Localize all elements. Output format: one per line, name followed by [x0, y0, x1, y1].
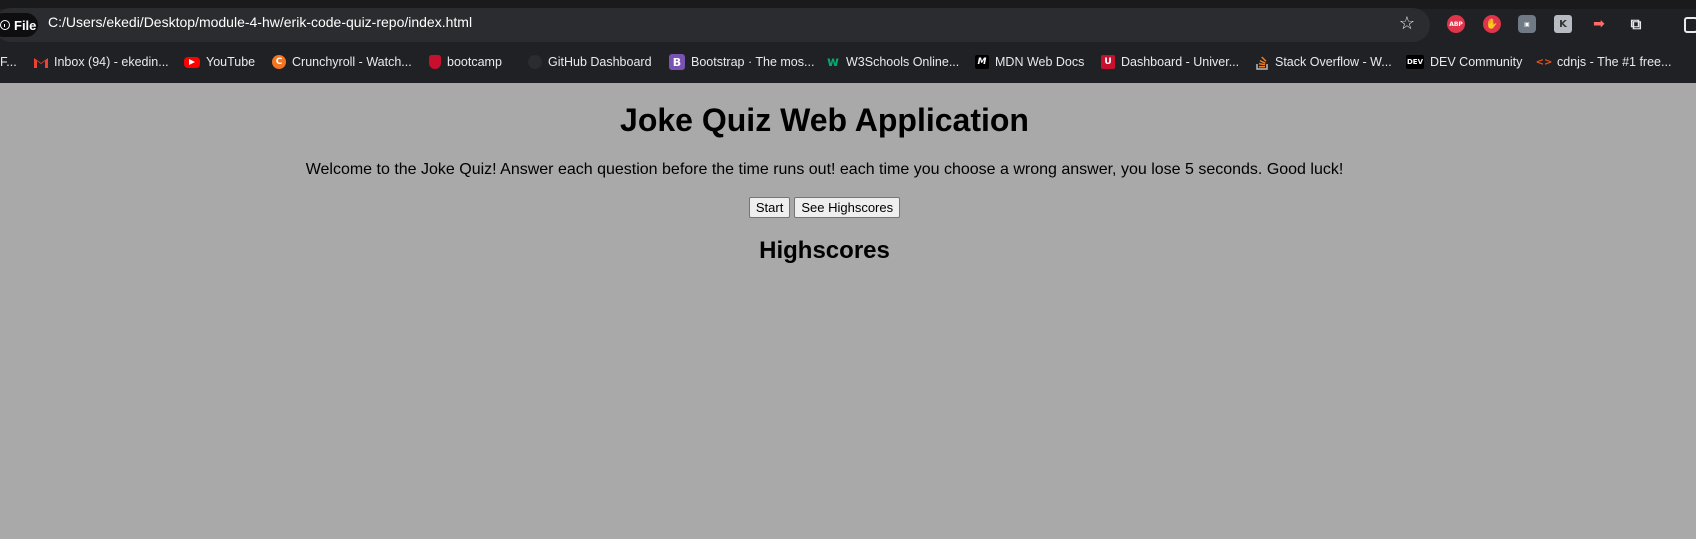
bookmark-label: W3Schools Online...: [846, 55, 960, 69]
bookmark-star-icon[interactable]: ☆: [1396, 12, 1418, 34]
bookmark-gmail[interactable]: Inbox (94) - ekedin...: [34, 48, 169, 76]
bookmark-bootstrap[interactable]: B Bootstrap · The mos...: [669, 48, 814, 76]
bookmark-w3schools[interactable]: w W3Schools Online...: [826, 48, 959, 76]
adblock-plus-icon[interactable]: ABP: [1447, 15, 1465, 33]
k-extension-icon[interactable]: K: [1554, 15, 1572, 33]
bookmark-stackoverflow[interactable]: Stack Overflow - W...: [1255, 48, 1392, 76]
extensions-puzzle-icon[interactable]: ⧉: [1627, 15, 1645, 33]
bookmarks-bar: F... Inbox (94) - ekedin... YouTube C Cr…: [0, 48, 1696, 76]
info-icon: [0, 20, 10, 30]
cdnjs-icon: <>: [1535, 56, 1553, 68]
block-hand-icon[interactable]: ✋: [1483, 15, 1501, 33]
bookmark-label: GitHub Dashboard: [548, 55, 652, 69]
bookmark-label: cdnjs - The #1 free...: [1557, 55, 1672, 69]
chat-extension-icon[interactable]: ▣: [1518, 15, 1536, 33]
button-row: Start See Highscores: [0, 197, 1649, 218]
bookmark-label: DEV Community: [1430, 55, 1523, 69]
bookmark-label: F...: [0, 55, 17, 69]
bootcamp-icon: [429, 55, 441, 69]
crunchyroll-icon: C: [272, 55, 286, 69]
bookmark-label: Inbox (94) - ekedin...: [54, 55, 169, 69]
welcome-text: Welcome to the Joke Quiz! Answer each qu…: [305, 161, 1344, 178]
gmail-icon: [34, 55, 48, 69]
w3schools-icon: w: [826, 54, 839, 70]
bookmark-dev[interactable]: DEV DEV Community: [1406, 48, 1522, 76]
youtube-icon: [184, 56, 200, 68]
page-title: Joke Quiz Web Application: [620, 102, 1029, 138]
mdn-icon: M: [975, 55, 989, 69]
bookmark-youtube[interactable]: YouTube: [184, 48, 255, 76]
file-label: File: [14, 17, 37, 33]
dev-icon: DEV: [1406, 55, 1424, 69]
bookmark-label: Crunchyroll - Watch...: [292, 55, 412, 69]
bookmark-dashboard[interactable]: U Dashboard - Univer...: [1101, 48, 1239, 76]
bookmark-label: MDN Web Docs: [995, 55, 1085, 69]
bookmark-cdnjs[interactable]: <> cdnjs - The #1 free...: [1535, 48, 1672, 76]
browser-chrome: File C:/Users/ekedi/Desktop/module-4-hw/…: [0, 0, 1696, 83]
highscores-heading: Highscores: [759, 237, 890, 264]
bookmark-label: Bootstrap · The mos...: [691, 55, 815, 69]
bookmark-bootcamp[interactable]: bootcamp: [429, 48, 502, 76]
bookmark-label: YouTube: [206, 55, 256, 69]
stackoverflow-icon: [1255, 55, 1269, 70]
bookmark-label: Dashboard - Univer...: [1121, 55, 1240, 69]
github-icon: [528, 55, 542, 69]
page-content: Joke Quiz Web Application Welcome to the…: [0, 83, 1696, 539]
university-icon: U: [1101, 55, 1115, 69]
see-highscores-button[interactable]: See Highscores: [794, 197, 901, 218]
start-button[interactable]: Start: [748, 197, 791, 218]
bookmark-label: Stack Overflow - W...: [1275, 55, 1392, 69]
bookmark-mdn[interactable]: M MDN Web Docs: [975, 48, 1084, 76]
bookmark-github[interactable]: GitHub Dashboard: [528, 48, 652, 76]
url-text[interactable]: C:/Users/ekedi/Desktop/module-4-hw/erik-…: [48, 14, 472, 30]
site-info-chip[interactable]: File: [0, 13, 38, 37]
arrow-extension-icon[interactable]: ➡: [1590, 15, 1608, 33]
bootstrap-icon: B: [669, 54, 685, 70]
side-panel-icon[interactable]: [1684, 17, 1696, 33]
bookmark-crunchyroll[interactable]: C Crunchyroll - Watch...: [272, 48, 412, 76]
bookmark-folder[interactable]: F...: [0, 48, 17, 76]
bookmark-label: bootcamp: [447, 55, 502, 69]
